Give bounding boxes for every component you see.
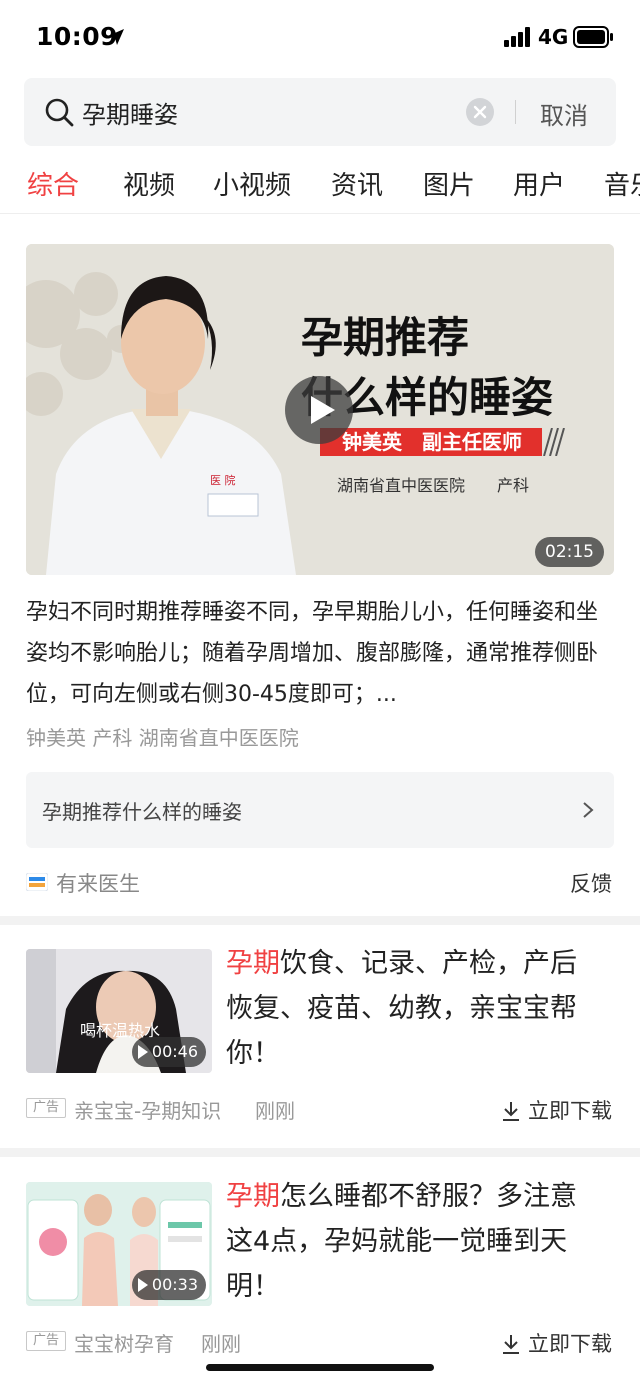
download-button[interactable]: 立即下载 <box>502 1328 612 1358</box>
search-icon <box>45 98 74 127</box>
duration-badge: 02:15 <box>535 537 604 567</box>
network-label: 4G <box>538 25 569 49</box>
ad-title[interactable]: 孕期怎么睡都不舒服？多注意这4点，孕妈就能一觉睡到天明！ <box>226 1174 596 1309</box>
video-description[interactable]: 孕妇不同时期推荐睡姿不同，孕早期胎儿小，任何睡姿和坐姿均不影响胎儿；随着孕周增加… <box>26 592 616 715</box>
download-icon <box>503 1102 519 1121</box>
tab-short-video[interactable]: 小视频 <box>213 165 291 202</box>
home-indicator[interactable] <box>206 1364 434 1371</box>
search-bar: 取消 <box>24 78 616 146</box>
download-icon <box>503 1335 519 1354</box>
play-icon <box>137 1278 148 1292</box>
download-label: 立即下载 <box>528 1332 612 1356</box>
video-thumbnail[interactable]: 医 院 孕期推荐 什么样的睡姿 钟美英 副主任医师 湖南省直中医医院 产科 02… <box>26 244 614 575</box>
chevron-right-icon <box>583 802 594 818</box>
location-arrow-icon <box>108 29 124 45</box>
play-button[interactable] <box>285 376 353 444</box>
play-icon <box>311 396 335 424</box>
ad-title-highlight: 孕期 <box>226 1181 280 1212</box>
feedback-button[interactable]: 反馈 <box>570 868 612 898</box>
doctor-name-bar: 钟美英 副主任医师 <box>320 428 542 456</box>
play-icon <box>137 1045 148 1059</box>
ad-duration-text: 00:33 <box>151 1275 198 1294</box>
thumbnail-title-line1: 孕期推荐 <box>301 313 470 362</box>
card-separator <box>0 916 640 925</box>
ad-badge: 广告 <box>26 1098 66 1118</box>
related-search-link[interactable]: 孕期推荐什么样的睡姿 <box>26 772 614 848</box>
tab-music[interactable]: 音乐 <box>604 165 640 202</box>
cancel-button[interactable]: 取消 <box>540 96 588 131</box>
ad-thumbnail[interactable]: 00:33 <box>26 1182 212 1306</box>
ad-duration-text: 00:46 <box>151 1042 198 1061</box>
related-search-label: 孕期推荐什么样的睡姿 <box>42 800 242 824</box>
clear-icon[interactable] <box>466 98 494 126</box>
category-tabs: 综合 视频 小视频 资讯 图片 用户 音乐 <box>0 150 640 214</box>
ad-duration-badge: 00:46 <box>131 1037 206 1067</box>
signal-icon <box>504 27 530 47</box>
download-button[interactable]: 立即下载 <box>502 1095 612 1125</box>
ad-source: 宝宝树孕育 <box>74 1332 174 1356</box>
battery-icon <box>573 26 613 48</box>
source-logo-icon <box>26 873 48 891</box>
tab-users[interactable]: 用户 <box>513 165 565 202</box>
search-input[interactable] <box>82 78 452 146</box>
stripe-decoration <box>543 428 565 456</box>
svg-text:医 院: 医 院 <box>210 473 236 487</box>
ad-thumbnail[interactable]: 喝杯温热水 00:46 <box>26 949 212 1073</box>
search-divider <box>515 100 516 124</box>
tab-images[interactable]: 图片 <box>423 165 475 202</box>
tab-comprehensive[interactable]: 综合 <box>27 165 79 202</box>
hospital-department-line: 湖南省直中医医院 产科 <box>337 476 530 495</box>
status-time: 10:09 <box>36 22 119 51</box>
ad-time: 刚刚 <box>255 1099 295 1123</box>
ad-time: 刚刚 <box>201 1332 241 1356</box>
card-separator <box>0 1148 640 1157</box>
status-bar: 10:09 4G <box>0 0 640 76</box>
download-label: 立即下载 <box>528 1099 612 1123</box>
ad-badge: 广告 <box>26 1331 66 1351</box>
video-meta: 钟美英 产科 湖南省直中医医院 <box>26 726 299 750</box>
tab-video[interactable]: 视频 <box>123 165 175 202</box>
ad-duration-badge: 00:33 <box>131 1270 206 1300</box>
source-name[interactable]: 有来医生 <box>56 868 140 898</box>
ad-title-highlight: 孕期 <box>226 948 280 979</box>
ad-source: 亲宝宝-孕期知识 <box>74 1099 222 1123</box>
tab-news[interactable]: 资讯 <box>331 165 383 202</box>
ad-title[interactable]: 孕期饮食、记录、产检，产后恢复、疫苗、幼教，亲宝宝帮你！ <box>226 941 596 1076</box>
